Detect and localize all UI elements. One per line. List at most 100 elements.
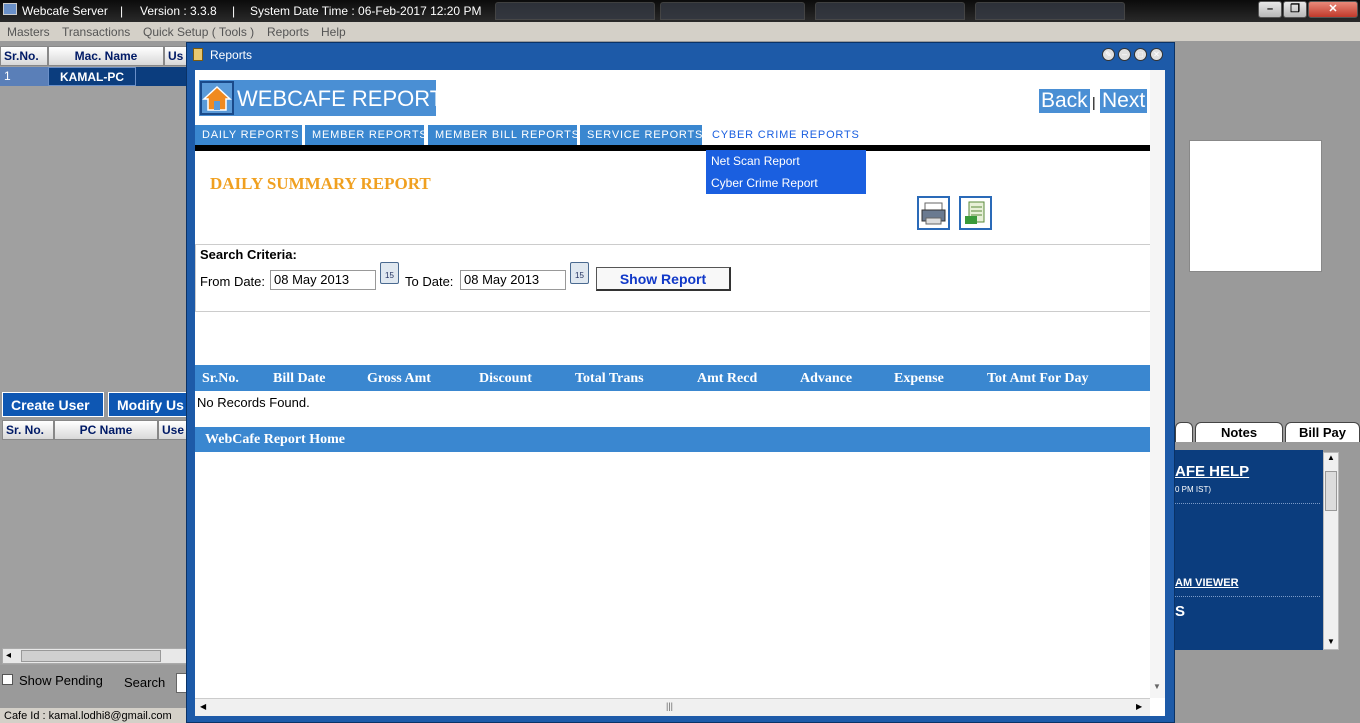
column-header[interactable]: Discount (479, 371, 532, 387)
app-name: Webcafe Server (22, 4, 108, 18)
column-header[interactable]: Expense (894, 371, 944, 387)
menu-quick-setup[interactable]: Quick Setup ( Tools ) (143, 25, 254, 39)
help-scrollbar[interactable]: ▲ ▼ (1323, 452, 1339, 650)
reports-titlebar: Reports ✎ – □ ✕ (187, 43, 1174, 67)
main-menubar: Masters Transactions Quick Setup ( Tools… (0, 22, 1360, 41)
tab-service-reports[interactable]: SERVICE REPORTS (580, 125, 702, 145)
search-criteria-panel: Search Criteria: From Date: 08 May 2013 … (195, 244, 1151, 312)
tab-cyber-crime-reports[interactable]: CYBER CRIME REPORTS (705, 125, 860, 145)
close-icon[interactable]: ✕ (1150, 48, 1163, 61)
tab-underline (195, 145, 1150, 151)
tab-hidden[interactable] (1175, 422, 1193, 442)
home-icon[interactable] (200, 81, 234, 115)
column-header[interactable]: Sr.No. (0, 46, 48, 66)
minimize-icon[interactable]: – (1118, 48, 1131, 61)
scroll-down-icon[interactable]: ▼ (1327, 637, 1335, 646)
column-header[interactable]: Mac. Name (48, 46, 164, 66)
horizontal-scrollbar[interactable]: ◀ ||| ▶ (195, 698, 1150, 716)
close-icon[interactable]: ✕ (1308, 1, 1358, 18)
minimize-icon[interactable]: – (1258, 1, 1282, 18)
background-tab (815, 2, 965, 20)
tab-notes[interactable]: Notes (1195, 422, 1283, 442)
modify-user-button[interactable]: Modify Us (108, 392, 190, 417)
divider (1175, 503, 1320, 504)
scroll-left-icon[interactable]: ◀ (200, 702, 206, 711)
background-tab (660, 2, 805, 20)
maximize-icon[interactable]: □ (1134, 48, 1147, 61)
scroll-left-icon[interactable]: ◂ (6, 650, 11, 661)
main-titlebar: Webcafe Server | Version : 3.3.8 | Syste… (0, 0, 1360, 22)
reports-window-title: Reports (210, 48, 253, 62)
help-title[interactable]: AFE HELP (1175, 463, 1249, 480)
scroll-down-icon[interactable]: ▼ (1153, 682, 1161, 691)
report-tabs: DAILY REPORTS MEMBER REPORTS MEMBER BILL… (195, 125, 1150, 145)
reports-window-icon (193, 48, 203, 61)
report-table-header: Sr.No. Bill Date Gross Amt Discount Tota… (195, 365, 1150, 391)
to-date-label: To Date: (405, 274, 454, 289)
column-header[interactable]: PC Name (54, 420, 158, 440)
from-date-label: From Date: (200, 274, 266, 289)
menu-item-net-scan-report[interactable]: Net Scan Report (711, 154, 800, 168)
back-button[interactable]: Back (1039, 89, 1090, 113)
help-link[interactable]: AM VIEWER (1175, 577, 1239, 589)
row-user[interactable] (136, 67, 190, 86)
menu-masters[interactable]: Masters (7, 25, 50, 39)
scroll-up-icon[interactable]: ▲ (1327, 453, 1335, 462)
machine-grid: Sr.No. Mac. Name Us 1 KAMAL-PC (0, 46, 190, 392)
show-report-button[interactable]: Show Report (596, 267, 731, 291)
column-header[interactable]: Advance (800, 371, 852, 387)
menu-help[interactable]: Help (321, 25, 346, 39)
tab-member-reports[interactable]: MEMBER REPORTS (305, 125, 427, 145)
empty-table-message: No Records Found. (197, 395, 310, 410)
next-button[interactable]: Next (1100, 89, 1148, 113)
row-mac-name[interactable]: KAMAL-PC (48, 67, 136, 86)
report-home-link[interactable]: WebCafe Report Home (205, 432, 345, 448)
column-header[interactable]: Bill Date (273, 371, 326, 387)
app-monitor-icon (3, 3, 17, 15)
version-label: Version : 3.3.8 (140, 4, 217, 18)
menu-reports[interactable]: Reports (267, 25, 309, 39)
row-sr[interactable]: 1 (0, 67, 48, 86)
column-header[interactable]: Tot Amt For Day (987, 371, 1089, 387)
show-pending-label: Show Pending (19, 673, 103, 688)
scroll-thumb[interactable] (21, 650, 161, 662)
scroll-right-icon[interactable]: ▶ (1136, 702, 1142, 711)
menu-item-cyber-crime-report[interactable]: Cyber Crime Report (711, 176, 818, 190)
report-title: DAILY SUMMARY REPORT (210, 174, 431, 193)
background-tab (975, 2, 1125, 20)
column-header[interactable]: Sr.No. (202, 371, 239, 387)
menu-transactions[interactable]: Transactions (62, 25, 130, 39)
column-header[interactable]: Sr. No. (2, 420, 54, 440)
tab-bill-pay[interactable]: Bill Pay (1285, 422, 1360, 442)
column-header[interactable]: Total Trans (575, 371, 644, 387)
criteria-heading: Search Criteria: (200, 247, 297, 262)
create-user-button[interactable]: Create User (2, 392, 104, 417)
title-separator: | (120, 4, 124, 18)
pc-user-grid: Sr. No. PC Name Use ◂ (0, 420, 190, 665)
show-pending-checkbox[interactable] (2, 674, 13, 685)
search-label: Search (124, 675, 166, 690)
divider (1175, 596, 1320, 597)
print-icon[interactable] (917, 196, 950, 230)
pin-icon[interactable]: ✎ (1102, 48, 1115, 61)
scroll-grip-icon[interactable]: ||| (666, 701, 673, 711)
export-excel-icon[interactable] (959, 196, 992, 230)
tab-member-bill-reports[interactable]: MEMBER BILL REPORTS (428, 125, 579, 145)
report-home-bar: WebCafe Report Home (195, 427, 1150, 452)
horizontal-scrollbar[interactable]: ◂ (2, 648, 190, 664)
system-datetime: System Date Time : 06-Feb-2017 12:20 PM (250, 4, 482, 18)
to-date-input[interactable]: 08 May 2013 (460, 270, 566, 290)
column-header[interactable]: Amt Recd (697, 371, 757, 387)
column-header[interactable]: Gross Amt (367, 371, 431, 387)
vertical-scrollbar[interactable]: ▼ (1150, 70, 1165, 698)
restore-icon[interactable]: ❐ (1283, 1, 1307, 18)
from-date-input[interactable]: 08 May 2013 (270, 270, 376, 290)
cafe-id-label: Cafe Id : kamal.lodhi8@gmail.com (4, 710, 172, 722)
tab-daily-reports[interactable]: DAILY REPORTS (195, 125, 302, 145)
calendar-icon[interactable]: 15 (570, 262, 589, 284)
nav-separator: | (1092, 94, 1096, 110)
calendar-icon[interactable]: 15 (380, 262, 399, 284)
help-panel: AFE HELP 0 PM IST) AM VIEWER S (1175, 450, 1323, 650)
help-time: 0 PM IST) (1175, 485, 1212, 494)
scroll-thumb[interactable] (1325, 471, 1337, 511)
